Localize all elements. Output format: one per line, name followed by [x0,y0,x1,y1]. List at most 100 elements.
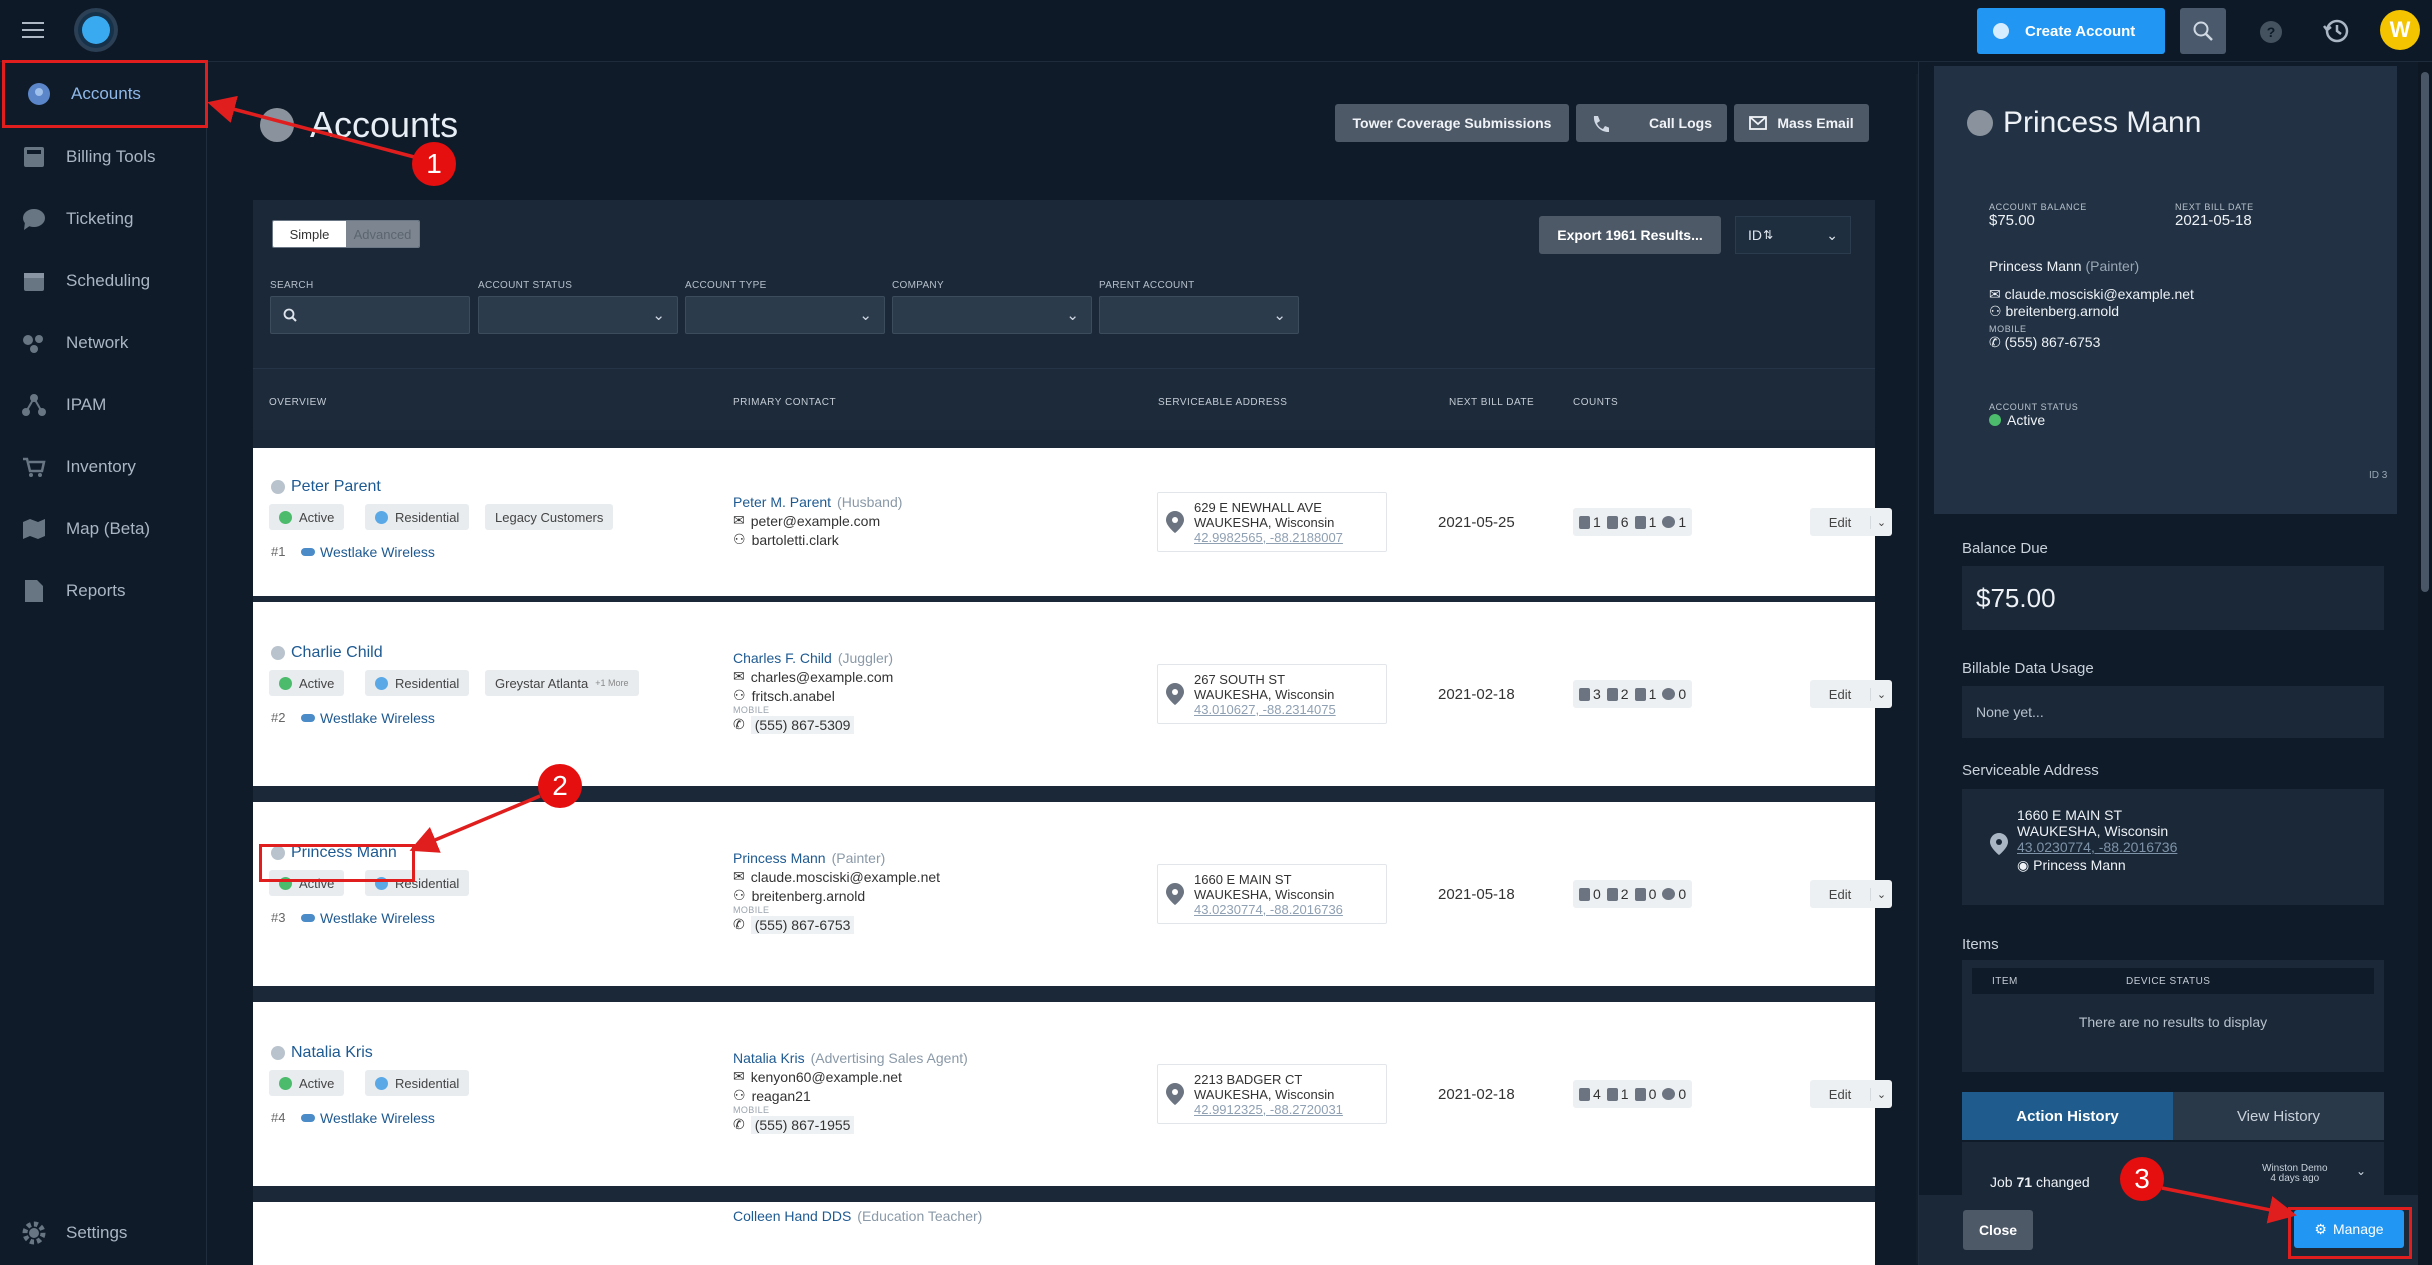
contact-phone[interactable]: (555) 867-6753 [2005,334,2101,350]
chevron-down-icon[interactable]: ⌄ [1870,887,1892,901]
sidebar-item-accounts[interactable]: Accounts [2,60,208,128]
tab-action-history[interactable]: Action History [1962,1092,2173,1140]
page-title: Accounts [260,104,458,146]
panel-scrollbar[interactable] [2418,62,2432,1265]
chevron-down-icon[interactable]: ⌄ [1870,687,1892,701]
col-address[interactable]: SERVICEABLE ADDRESS [1158,397,1287,408]
serviceable-address: 267 SOUTH ST WAUKESHA, Wisconsin 43.010627… [1157,664,1387,724]
edit-button[interactable]: Edit ⌄ [1810,880,1892,908]
col-contact[interactable]: PRIMARY CONTACT [733,397,836,408]
contact-email[interactable]: claude.mosciski@example.net [751,869,940,885]
contact-phone[interactable]: (555) 867-6753 [750,915,855,934]
edit-button[interactable]: Edit ⌄ [1810,1080,1892,1108]
table-row: Charlie Child Active Residential Greysta… [253,602,1892,786]
coordinates-link[interactable]: 43.0230774, -88.2016736 [2017,839,2177,855]
contact-email[interactable]: claude.mosciski@example.net [2005,286,2194,302]
sidebar-item-settings[interactable]: Settings [0,1206,207,1260]
counts-group[interactable]: 1611 [1573,508,1693,536]
coordinates-link[interactable]: 42.9912325, -88.2720031 [1194,1102,1343,1117]
search-button[interactable] [2180,8,2226,54]
status-select[interactable]: ⌄ [478,296,678,334]
next-bill-date: 2021-05-25 [1438,514,1515,531]
ticket-icon [1606,515,1618,529]
sidebar-item-scheduling[interactable]: Scheduling [0,254,207,308]
location-pin-icon [1166,883,1184,905]
contact-phone[interactable]: (555) 867-1955 [750,1115,855,1134]
close-button[interactable]: Close [1963,1210,2033,1250]
edit-button[interactable]: Edit ⌄ [1810,680,1892,708]
create-account-button[interactable]: Create Account [1977,8,2165,54]
sidebar-item-network[interactable]: Network [0,316,207,370]
account-name-link[interactable]: Charlie Child [271,644,383,662]
account-id: #1 [271,544,286,559]
user-avatar[interactable]: W [2380,10,2420,50]
serviceable-address: 629 E NEWHALL AVE WAUKESHA, Wisconsin 42.9… [1157,492,1387,552]
filter-mode-toggle[interactable]: Simple Advanced [272,220,420,248]
contact-name[interactable]: Princess Mann [1989,258,2082,274]
contact-name-link[interactable]: Charles F. Child [733,650,832,666]
counts-group[interactable]: 4100 [1573,1080,1693,1108]
sidebar-item-ticketing[interactable]: Ticketing [0,192,207,246]
sidebar-item-map[interactable]: Map (Beta) [0,502,207,556]
sidebar-item-billing-tools[interactable]: Billing Tools [0,130,207,184]
account-name-link[interactable]: Natalia Kris [271,1044,373,1062]
account-name-link[interactable]: Peter Parent [271,478,381,496]
export-button[interactable]: Export 1961 Results... [1539,216,1721,254]
simple-tab[interactable]: Simple [273,221,346,247]
call-logs-button[interactable]: Call Logs [1576,104,1727,142]
chevron-down-icon[interactable]: ⌄ [1870,1087,1892,1101]
company-select[interactable]: ⌄ [892,296,1092,334]
edit-button[interactable]: Edit ⌄ [1810,508,1892,536]
mass-email-button[interactable]: Mass Email [1734,104,1869,142]
company-link[interactable]: Westlake Wireless [301,1110,435,1126]
contact-name-link[interactable]: Colleen Hand DDS [733,1208,851,1224]
sort-select[interactable]: ID ⇅ ⌄ [1735,216,1851,254]
advanced-tab[interactable]: Advanced [346,221,419,247]
contact-name-link[interactable]: Natalia Kris [733,1050,805,1066]
menu-icon[interactable] [22,22,44,38]
contact-phone[interactable]: (555) 867-5309 [750,715,855,734]
phone-icon: ✆ [733,716,745,732]
contact-email[interactable]: kenyon60@example.net [751,1069,902,1085]
counts-group[interactable]: 3210 [1573,680,1693,708]
table-row: Natalia Kris Active Residential #4 Westl… [253,1002,1892,1186]
balance-due-value: $75.00 [1962,566,2384,630]
sidebar-item-reports[interactable]: Reports [0,564,207,618]
search-input[interactable] [270,296,470,334]
app-logo[interactable] [74,8,118,52]
chevron-down-icon: ⌄ [652,307,665,324]
coordinates-link[interactable]: 43.0230774, -88.2016736 [1194,902,1343,917]
alert-icon [1662,516,1676,528]
company-link[interactable]: Westlake Wireless [301,910,435,926]
calculator-icon [22,145,46,169]
contact-name-link[interactable]: Princess Mann [733,850,826,866]
history-icon[interactable] [2322,16,2352,46]
sidebar-item-inventory[interactable]: Inventory [0,440,207,494]
contact-name-link[interactable]: Peter M. Parent [733,494,831,510]
tower-coverage-button[interactable]: Tower Coverage Submissions [1335,104,1569,142]
contact-email[interactable]: peter@example.com [751,513,880,529]
help-icon[interactable]: ? [2260,21,2282,43]
chevron-down-icon[interactable]: ⌄ [2356,1164,2366,1178]
tab-view-history[interactable]: View History [2173,1092,2384,1140]
history-tabs: Action History View History [1962,1092,2384,1140]
phone-icon: ✆ [733,916,745,932]
status-block: ACCOUNT STATUS Active [1989,402,2079,428]
coordinates-link[interactable]: 43.010627, -88.2314075 [1194,702,1336,717]
contact-role: (Education Teacher) [857,1207,983,1224]
primary-contact: Peter M. Parent (Husband) ✉ peter@example.… [733,492,902,549]
company-link[interactable]: Westlake Wireless [301,544,435,560]
col-counts[interactable]: COUNTS [1573,397,1618,408]
col-bill-date[interactable]: NEXT BILL DATE [1449,397,1534,408]
sidebar-item-ipam[interactable]: IPAM [0,378,207,432]
company-link[interactable]: Westlake Wireless [301,710,435,726]
parent-select[interactable]: ⌄ [1099,296,1299,334]
primary-contact: Colleen Hand DDS (Education Teacher) [733,1206,982,1225]
contact-email[interactable]: charles@example.com [751,669,894,685]
chevron-down-icon[interactable]: ⌄ [1870,515,1892,529]
device-icon [1579,687,1590,701]
type-select[interactable]: ⌄ [685,296,885,334]
coordinates-link[interactable]: 42.9982565, -88.2188007 [1194,530,1343,545]
col-overview[interactable]: OVERVIEW [269,397,327,408]
counts-group[interactable]: 0200 [1573,880,1693,908]
